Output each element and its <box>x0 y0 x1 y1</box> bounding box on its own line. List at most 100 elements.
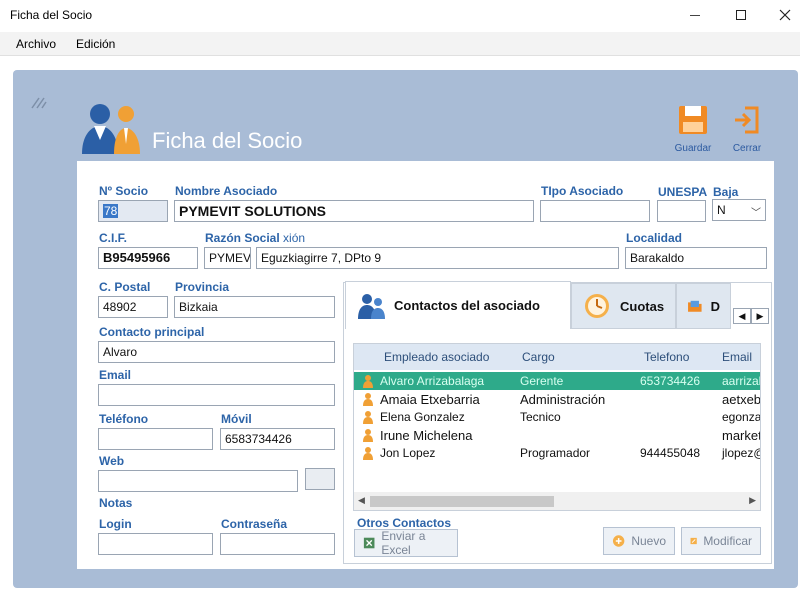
page-title: Ficha del Socio <box>152 128 303 153</box>
otros-contactos-label: Otros Contactos <box>357 516 452 530</box>
col-email[interactable]: Email <box>722 350 752 364</box>
provincia-label: Provincia <box>175 280 230 294</box>
tipo-field[interactable] <box>540 200 650 222</box>
tab-scroll-left[interactable]: ◀ <box>733 308 751 324</box>
nuevo-button[interactable]: Nuevo <box>603 527 675 555</box>
clock-icon <box>585 294 609 318</box>
table-row[interactable]: Jon Lopez Programador 944455048 jlopez@ <box>354 444 760 462</box>
col-empleado[interactable]: Empleado asociado <box>384 350 489 364</box>
close-window-button[interactable] <box>762 0 800 30</box>
localidad-field[interactable]: Barakaldo <box>625 247 767 269</box>
telefono-label: Teléfono <box>99 412 149 426</box>
razon-label: Razón Social xión <box>205 231 306 245</box>
contacto-field[interactable]: Alvaro <box>98 341 335 363</box>
direccion-field[interactable]: Eguzkiagirre 7, DPto 9 <box>256 247 619 269</box>
num-socio-field[interactable]: 78 <box>98 200 168 222</box>
cell-empleado: Amaia Etxebarria <box>380 392 480 407</box>
horizontal-scrollbar[interactable]: ◀ ▶ <box>354 492 760 510</box>
table-row[interactable]: Elena Gonzalez Tecnico egonza <box>354 408 760 426</box>
movil-label: Móvil <box>221 412 252 426</box>
grip-icon <box>31 97 47 109</box>
table-row[interactable]: Amaia Etxebarria Administración aetxeb <box>354 390 760 408</box>
telefono-field[interactable] <box>98 428 213 450</box>
localidad-label: Localidad <box>626 231 683 245</box>
export-excel-label: Enviar a Excel <box>381 529 426 557</box>
nombre-field[interactable]: PYMEVIT SOLUTIONS <box>174 200 534 222</box>
menu-bar: Archivo Edición <box>0 32 800 56</box>
tab-documentos[interactable]: D <box>676 283 731 329</box>
scroll-left-icon[interactable]: ◀ <box>358 495 365 506</box>
tab-contactos-label: Contactos del asociado <box>394 298 540 313</box>
contrasena-label: Contraseña <box>221 517 288 531</box>
exit-button[interactable]: Cerrar <box>722 104 772 154</box>
exit-icon <box>735 106 759 134</box>
modificar-button[interactable]: Modificar <box>681 527 761 555</box>
cell-cargo: Gerente <box>520 374 564 388</box>
web-open-button[interactable] <box>305 468 335 490</box>
cell-email: egonza <box>722 410 761 424</box>
folder-icon <box>688 300 702 312</box>
unespa-field[interactable] <box>657 200 706 222</box>
cif-label: C.I.F. <box>99 231 128 245</box>
tab-contactos[interactable]: Contactos del asociado <box>345 281 571 329</box>
num-socio-label: Nº Socio <box>99 184 149 198</box>
contacto-label: Contacto principal <box>99 325 205 339</box>
modificar-label: Modificar <box>703 534 752 548</box>
add-icon <box>612 535 625 547</box>
cell-cargo: Administración <box>520 392 606 407</box>
person-icon <box>363 429 373 442</box>
menu-edicion[interactable]: Edición <box>76 37 115 51</box>
cell-telefono: 944455048 <box>640 446 701 460</box>
title-bar: Ficha del Socio <box>0 0 800 32</box>
scrollbar-thumb[interactable] <box>370 496 554 507</box>
save-label: Guardar <box>674 143 712 154</box>
unespa-label: UNESPA <box>658 185 708 199</box>
cell-empleado: Alvaro Arrizabalaga <box>380 374 485 388</box>
provincia-field[interactable]: Bizkaia <box>174 296 335 318</box>
grid-header: Empleado asociado Cargo Telefono Email <box>354 344 760 370</box>
baja-select[interactable]: N ﹀ <box>712 199 766 221</box>
contacts-grid[interactable]: Empleado asociado Cargo Telefono Email A… <box>353 343 761 511</box>
close-icon <box>779 9 791 21</box>
col-telefono[interactable]: Telefono <box>644 350 689 364</box>
tab-cuotas-label: Cuotas <box>620 298 665 314</box>
col-cargo[interactable]: Cargo <box>522 350 555 364</box>
maximize-icon <box>736 10 746 20</box>
table-row[interactable]: Alvaro Arrizabalaga Gerente 653734426 aa… <box>354 372 760 390</box>
cell-empleado: Elena Gonzalez <box>380 410 465 424</box>
tipo-label: TIpo Asociado <box>541 184 624 198</box>
movil-field[interactable]: 6583734426 <box>220 428 335 450</box>
save-button[interactable]: Guardar <box>668 104 718 154</box>
nuevo-label: Nuevo <box>631 534 666 548</box>
tab-cuotas[interactable]: Cuotas <box>571 283 676 329</box>
minimize-button[interactable] <box>672 0 718 30</box>
tab-scroll-right[interactable]: ▶ <box>751 308 769 324</box>
contrasena-field[interactable] <box>220 533 335 555</box>
web-field[interactable] <box>98 470 298 492</box>
cpostal-label: C. Postal <box>99 280 151 294</box>
baja-label: Baja <box>713 185 739 199</box>
members-icon <box>82 104 140 154</box>
person-icon <box>363 411 373 424</box>
cpostal-field[interactable]: 48902 <box>98 296 168 318</box>
person-icon <box>363 447 373 460</box>
login-field[interactable] <box>98 533 213 555</box>
email-field[interactable] <box>98 384 335 406</box>
person-icon <box>363 393 373 406</box>
baja-value: N <box>717 203 726 217</box>
razon-field[interactable]: PYMEV <box>204 247 251 269</box>
tab-scroll: ◀ ▶ <box>733 308 769 324</box>
menu-archivo[interactable]: Archivo <box>16 37 56 51</box>
cif-field[interactable]: B95495966 <box>98 247 198 269</box>
cell-email: jlopez@ <box>722 446 760 460</box>
email-label: Email <box>99 368 132 382</box>
cell-empleado: Jon Lopez <box>380 446 436 460</box>
export-excel-button[interactable]: Enviar a Excel <box>354 529 458 557</box>
maximize-button[interactable] <box>718 0 764 30</box>
table-row[interactable]: Irune Michelena market <box>354 426 760 444</box>
excel-icon <box>363 537 375 549</box>
nombre-label: Nombre Asociado <box>175 184 278 198</box>
scroll-right-icon[interactable]: ▶ <box>749 495 756 506</box>
save-icon <box>679 106 707 134</box>
cell-email: aarrizab <box>722 374 760 388</box>
